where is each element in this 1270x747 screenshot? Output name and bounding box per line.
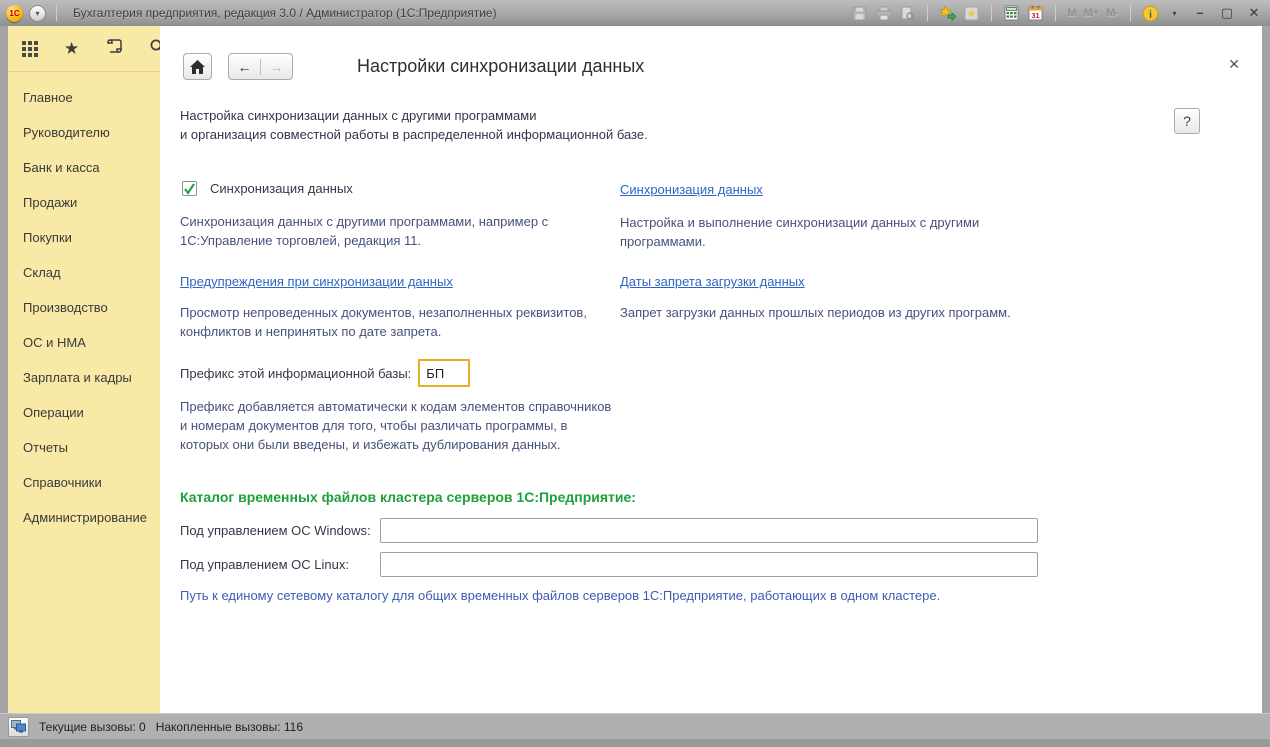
section-panel: ★ Главное Руководителю Банк и касса Прод… (8, 26, 160, 713)
sidebar-item-zarplata-i-kadry[interactable]: Зарплата и кадры (8, 360, 160, 395)
prefix-desc: Префикс добавляется автоматически к кода… (180, 397, 635, 454)
page-title: Настройки синхронизации данных (357, 56, 644, 77)
sidebar-item-prodazhi[interactable]: Продажи (8, 185, 160, 220)
sidebar-item-administrirovanie[interactable]: Администрирование (8, 500, 160, 535)
help-button[interactable]: ? (1174, 108, 1200, 134)
prefix-row: Префикс этой информационной базы: (180, 359, 470, 387)
titlebar-separator (1130, 5, 1131, 21)
load-ban-dates-desc: Запрет загрузки данных прошлых периодов … (620, 303, 1060, 322)
memory-plus-button[interactable]: M+ (1084, 7, 1100, 19)
window-title: Бухгалтерия предприятия, редакция 3.0 / … (73, 6, 497, 20)
sidebar-item-pokupki[interactable]: Покупки (8, 220, 160, 255)
memory-recall-button[interactable]: M (1067, 7, 1076, 19)
page-intro: Настройка синхронизации данных с другими… (180, 106, 648, 144)
info-icon[interactable]: i (1142, 5, 1159, 22)
sections-menu: Главное Руководителю Банк и касса Продаж… (8, 72, 160, 535)
maximize-button[interactable]: ▢ (1217, 0, 1237, 26)
load-ban-dates-link[interactable]: Даты запрета загрузки данных (620, 274, 805, 289)
sidebar-item-os-i-nma[interactable]: ОС и НМА (8, 325, 160, 360)
titlebar: 1С ▾ Бухгалтерия предприятия, редакция 3… (0, 0, 1270, 26)
sync-checkbox[interactable] (182, 181, 197, 196)
titlebar-separator (1055, 5, 1056, 21)
sync-checkbox-label: Синхронизация данных (210, 181, 353, 196)
info-dropdown-icon[interactable]: ▾ (1166, 5, 1183, 22)
print-preview-icon[interactable] (899, 5, 916, 22)
close-page-icon[interactable]: ✕ (1228, 57, 1240, 71)
history-scroll-icon[interactable] (105, 37, 123, 60)
save-icon[interactable] (851, 5, 868, 22)
prefix-label: Префикс этой информационной базы: (180, 366, 411, 381)
forward-button[interactable]: → (261, 59, 292, 75)
sidebar-item-spravochniki[interactable]: Справочники (8, 465, 160, 500)
home-button[interactable] (183, 53, 212, 80)
sidebar-item-sklad[interactable]: Склад (8, 255, 160, 290)
prefix-desc-line2: и номерам документов для того, чтобы раз… (180, 416, 635, 435)
calendar-icon[interactable]: 31 (1027, 5, 1044, 22)
current-calls-counter: Текущие вызовы: 0 (39, 720, 146, 734)
close-window-button[interactable]: ✕ (1244, 0, 1264, 26)
calculator-icon[interactable] (1003, 5, 1020, 22)
sync-settings-desc: Настройка и выполнение синхронизации дан… (620, 213, 1020, 251)
server-calls-icon[interactable] (8, 717, 29, 737)
sidebar-item-operacii[interactable]: Операции (8, 395, 160, 430)
windows-path-input[interactable] (380, 518, 1038, 543)
prefix-desc-line3: которых они были введены, и избежать дуб… (180, 435, 635, 454)
all-sections-menu-icon[interactable] (22, 41, 38, 57)
titlebar-separator (56, 5, 57, 21)
history-nav-group: ← → (228, 53, 293, 80)
svg-text:31: 31 (1032, 11, 1040, 20)
favorites-icon[interactable] (963, 5, 980, 22)
system-menu-button[interactable]: ▾ (29, 5, 46, 22)
favorites-star-icon[interactable]: ★ (64, 40, 79, 57)
intro-line-1: Настройка синхронизации данных с другими… (180, 106, 648, 125)
svg-text:i: i (1149, 9, 1152, 20)
back-button[interactable]: ← (229, 59, 261, 75)
sidebar-item-rukovoditelyu[interactable]: Руководителю (8, 115, 160, 150)
windows-path-label: Под управлением ОС Windows: (180, 523, 380, 538)
linux-path-input[interactable] (380, 552, 1038, 577)
memory-minus-button[interactable]: M- (1106, 7, 1119, 19)
print-icon[interactable] (875, 5, 892, 22)
linux-path-row: Под управлением ОС Linux: (180, 552, 1038, 577)
accumulated-calls-counter: Накопленные вызовы: 116 (156, 720, 303, 734)
cluster-section-heading: Каталог временных файлов кластера сервер… (180, 489, 636, 505)
titlebar-separator (991, 5, 992, 21)
sync-warnings-link[interactable]: Предупреждения при синхронизации данных (180, 274, 453, 289)
statusbar: Текущие вызовы: 0 Накопленные вызовы: 11… (0, 713, 1270, 739)
sync-settings-link[interactable]: Синхронизация данных (620, 182, 763, 197)
sync-checkbox-row: Синхронизация данных (182, 181, 353, 196)
app-window: 1С ▾ Бухгалтерия предприятия, редакция 3… (0, 0, 1270, 747)
minimize-button[interactable]: – (1190, 0, 1210, 26)
titlebar-separator (927, 5, 928, 21)
sidebar-item-glavnoe[interactable]: Главное (8, 80, 160, 115)
sidebar-item-proizvodstvo[interactable]: Производство (8, 290, 160, 325)
cluster-note: Путь к единому сетевому каталогу для общ… (180, 588, 1180, 603)
sync-warnings-desc: Просмотр непроведенных документов, незап… (180, 303, 650, 341)
sidebar-item-otchety[interactable]: Отчеты (8, 430, 160, 465)
add-favorite-icon[interactable] (939, 5, 956, 22)
1c-logo-icon: 1С (6, 5, 23, 22)
windows-path-row: Под управлением ОС Windows: (180, 518, 1038, 543)
window-bottom-border (0, 739, 1270, 747)
prefix-desc-line1: Префикс добавляется автоматически к кода… (180, 397, 635, 416)
sync-checkbox-desc: Синхронизация данных с другими программа… (180, 212, 635, 250)
sidebar-item-bank-i-kassa[interactable]: Банк и касса (8, 150, 160, 185)
intro-line-2: и организация совместной работы в распре… (180, 125, 648, 144)
linux-path-label: Под управлением ОС Linux: (180, 557, 380, 572)
prefix-input[interactable] (418, 359, 470, 387)
page-content: ← → Настройки синхронизации данных ✕ Нас… (160, 26, 1262, 713)
